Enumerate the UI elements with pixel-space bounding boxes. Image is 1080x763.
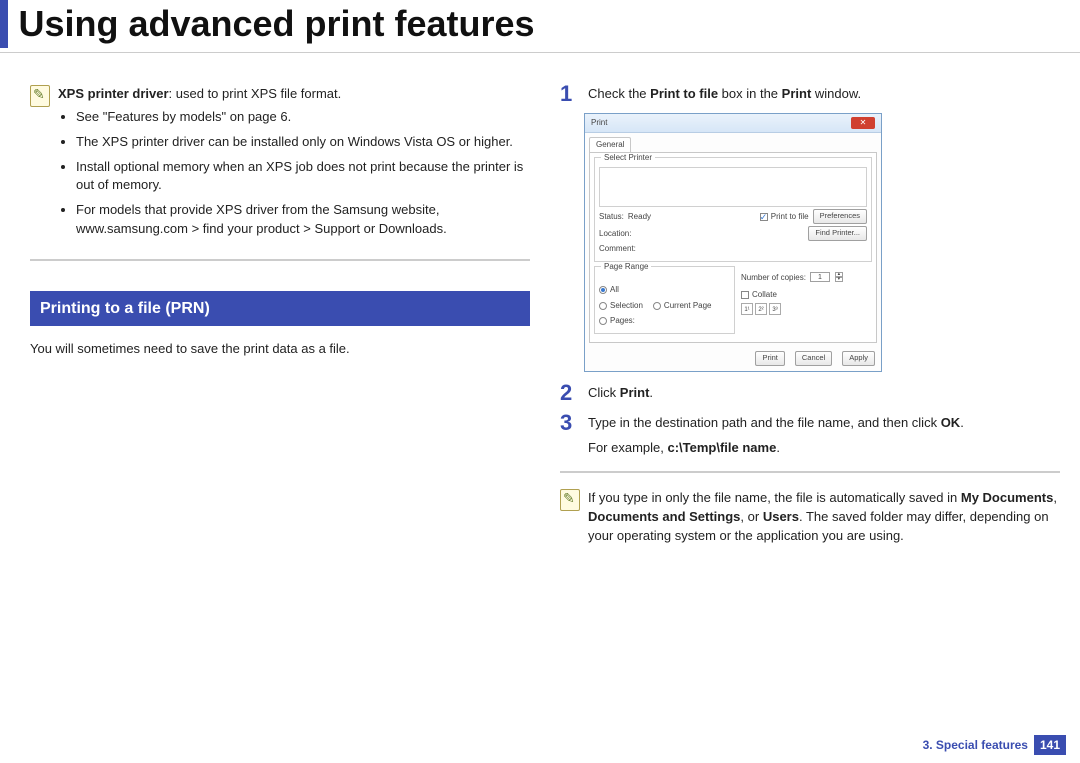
copies-label: Number of copies: — [741, 272, 806, 284]
preferences-button[interactable]: Preferences — [813, 209, 867, 224]
chevron-down-icon[interactable]: ▾ — [835, 277, 843, 282]
print-dialog: Print ✕ General Select Printer Status: R… — [584, 113, 882, 372]
step1-text: Check the Print to file box in the Print… — [588, 86, 861, 101]
page-header: Using advanced print features — [0, 0, 1080, 53]
page-title: Using advanced print features — [18, 3, 534, 44]
status-row: Status: Ready Print to file Preferences — [599, 209, 867, 224]
dialog-actions: Print Cancel Apply — [585, 347, 881, 371]
step-number: 1 — [560, 83, 578, 105]
dialog-title-text: Print — [591, 117, 607, 129]
chapter-label: 3. Special features — [923, 738, 1028, 752]
comment-label: Comment: — [599, 243, 636, 255]
print-to-file-checkbox[interactable]: Print to file — [760, 211, 809, 223]
content-area: XPS printer driver: used to print XPS fi… — [0, 53, 1080, 580]
page-footer: 3. Special features 141 — [923, 735, 1066, 755]
dialog-titlebar: Print ✕ — [585, 114, 881, 133]
status-value: Ready — [628, 211, 651, 223]
select-printer-label: Select Printer — [601, 153, 655, 162]
save-location-note-body: If you type in only the file name, the f… — [588, 489, 1060, 546]
radio-icon — [599, 286, 607, 294]
note-icon — [560, 489, 580, 511]
title-accent — [0, 0, 8, 48]
radio-icon — [599, 317, 607, 325]
radio-all[interactable]: All — [599, 284, 730, 296]
save-location-note: If you type in only the file name, the f… — [560, 487, 1060, 560]
radio-icon — [599, 302, 607, 310]
step-1: 1 Check the Print to file box in the Pri… — [560, 83, 1060, 105]
apply-button[interactable]: Apply — [842, 351, 875, 366]
note-icon — [30, 85, 50, 107]
collate-checkbox[interactable]: Collate — [741, 289, 872, 301]
step-2: 2 Click Print. — [560, 382, 1060, 404]
page-number: 141 — [1034, 735, 1066, 755]
dialog-tab-general[interactable]: General — [589, 137, 631, 152]
status-label: Status: — [599, 211, 624, 223]
right-column: 1 Check the Print to file box in the Pri… — [560, 83, 1060, 580]
xps-note-lead: XPS printer driver: used to print XPS fi… — [58, 85, 530, 104]
comment-row: Comment: — [599, 243, 867, 255]
left-column: XPS printer driver: used to print XPS fi… — [30, 83, 530, 580]
print-button[interactable]: Print — [755, 351, 784, 366]
radio-current-page[interactable]: Current Page — [653, 300, 712, 312]
page-range-group: Page Range All Selection Current Page Pa… — [594, 266, 735, 334]
step-body: Click Print. — [588, 382, 1060, 403]
radio-icon — [653, 302, 661, 310]
print-to-file-label: Print to file — [771, 211, 809, 223]
xps-note: XPS printer driver: used to print XPS fi… — [30, 83, 530, 261]
checkbox-icon — [741, 291, 749, 299]
page-range-label: Page Range — [601, 262, 651, 271]
location-label: Location: — [599, 228, 631, 240]
xps-bullet-list: See "Features by models" on page 6. The … — [58, 108, 530, 239]
cancel-button[interactable]: Cancel — [795, 351, 832, 366]
xps-note-lead-rest: : used to print XPS file format. — [169, 86, 342, 101]
radio-selection[interactable]: Selection — [599, 300, 643, 312]
section-intro: You will sometimes need to save the prin… — [30, 340, 530, 359]
printer-list[interactable] — [599, 167, 867, 207]
collate-icon: 1¹ 2² 3³ — [741, 303, 872, 315]
xps-note-body: XPS printer driver: used to print XPS fi… — [58, 85, 530, 245]
collate-label: Collate — [752, 289, 777, 301]
select-printer-group: Select Printer Status: Ready Print to fi… — [594, 157, 872, 262]
copies-stepper[interactable]: ▴ ▾ — [835, 272, 843, 282]
copies-input[interactable]: 1 — [810, 272, 830, 282]
close-icon[interactable]: ✕ — [851, 117, 875, 129]
xps-bullet: Install optional memory when an XPS job … — [76, 158, 530, 196]
step-body: Type in the destination path and the fil… — [588, 412, 1060, 458]
dialog-bottom: Page Range All Selection Current Page Pa… — [594, 266, 872, 338]
dialog-body: Select Printer Status: Ready Print to fi… — [589, 152, 877, 343]
step-number: 2 — [560, 382, 578, 404]
checkbox-icon — [760, 213, 768, 221]
step-body: Check the Print to file box in the Print… — [588, 83, 1060, 104]
step-3: 3 Type in the destination path and the f… — [560, 412, 1060, 474]
radio-pages[interactable]: Pages: — [599, 315, 730, 327]
section-heading: Printing to a file (PRN) — [30, 291, 530, 326]
xps-bullet: The XPS printer driver can be installed … — [76, 133, 530, 152]
copies-group: Number of copies: 1 ▴ ▾ Collate — [741, 266, 872, 338]
xps-bullet: For models that provide XPS driver from … — [76, 201, 530, 239]
xps-note-lead-bold: XPS printer driver — [58, 86, 169, 101]
location-row: Location: Find Printer... — [599, 226, 867, 241]
xps-bullet: See "Features by models" on page 6. — [76, 108, 530, 127]
step-number: 3 — [560, 412, 578, 434]
find-printer-button[interactable]: Find Printer... — [808, 226, 867, 241]
